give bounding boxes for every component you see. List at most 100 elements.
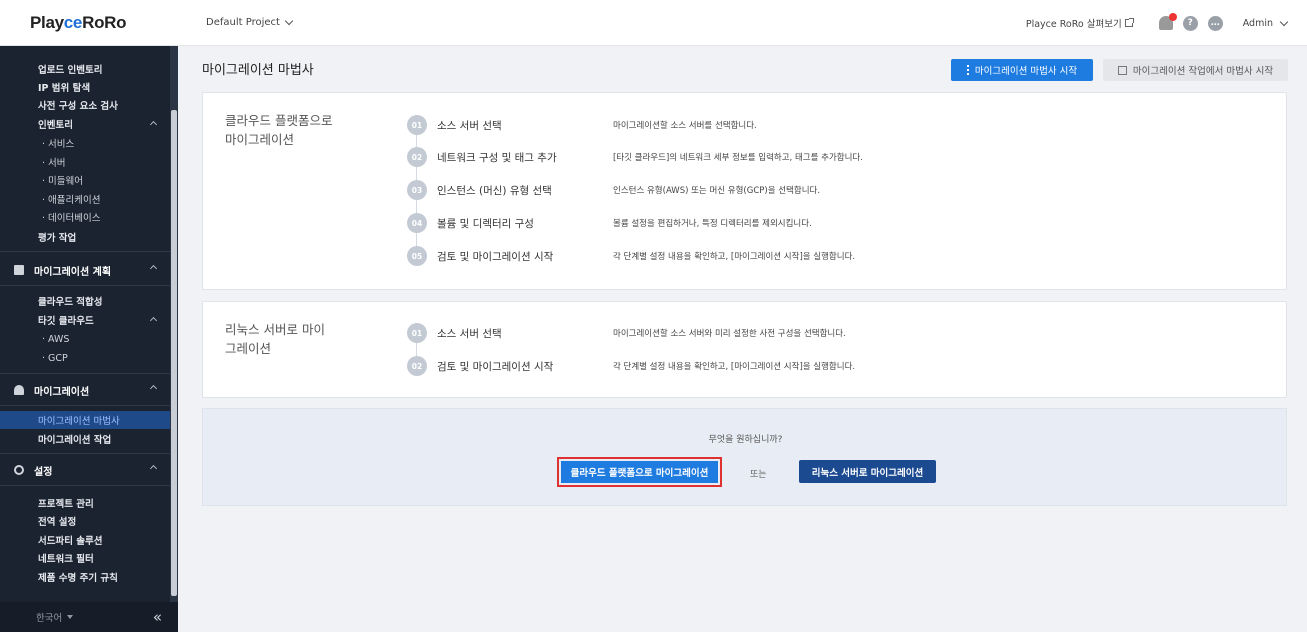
- step-number: 05: [407, 246, 427, 266]
- sidebar-item-third-party[interactable]: 서드파티 솔루션: [0, 531, 170, 549]
- step-description: 각 단계별 설정 내용을 확인하고, [마이그레이션 시작]을 실행합니다.: [613, 362, 856, 372]
- step-name: 소스 서버 선택: [437, 327, 502, 340]
- divider: [0, 485, 170, 486]
- explore-link[interactable]: Playce RoRo 살펴보기: [1026, 16, 1134, 30]
- chevron-down-icon: [1279, 17, 1289, 26]
- step-row: 04 볼륨 및 디렉터리 구성 볼륨 설정을 편집하거나, 특정 디렉터리를 제…: [407, 213, 812, 233]
- more-vertical-icon: [966, 65, 969, 75]
- plan-icon: [14, 265, 24, 275]
- cloud-migration-button[interactable]: 클라우드 플랫폼으로 마이그레이션: [561, 461, 718, 483]
- sidebar-item-global-settings[interactable]: 전역 설정: [0, 512, 170, 530]
- help-icon[interactable]: ?: [1182, 15, 1198, 31]
- sidebar-item-cloud-fit[interactable]: 클라우드 적합성: [0, 292, 170, 310]
- app-logo[interactable]: PlayceRoRo: [0, 0, 178, 46]
- sidebar-scrollbar[interactable]: [170, 46, 178, 606]
- sidebar-item-aws[interactable]: · AWS: [0, 330, 170, 348]
- divider: [0, 405, 170, 406]
- chevron-up-icon: [149, 316, 158, 325]
- step-description: 볼륨 설정을 편집하거나, 특정 디렉터리를 제외시킵니다.: [613, 219, 812, 229]
- sidebar-item-database[interactable]: · 데이터베이스: [0, 208, 170, 226]
- chat-icon[interactable]: …: [1207, 15, 1223, 31]
- step-name: 검토 및 마이그레이션 시작: [437, 250, 554, 263]
- step-description: [타깃 클라우드]의 네트워크 세부 정보를 입력하고, 태그를 추가합니다.: [613, 153, 863, 163]
- collapse-sidebar-icon[interactable]: «: [153, 608, 162, 626]
- linux-migration-button[interactable]: 리눅스 서버로 마이그레이션: [799, 460, 936, 483]
- or-text: 또는: [750, 470, 767, 480]
- top-bar: PlayceRoRo Default Project Playce RoRo 살…: [0, 0, 1307, 46]
- sidebar-item-network-filter[interactable]: 네트워크 필터: [0, 549, 170, 567]
- caret-down-icon: [67, 615, 74, 619]
- sidebar-section-migration-plan[interactable]: 마이그레이션 계획: [0, 259, 170, 281]
- sidebar-item-migration-wizard[interactable]: 마이그레이션 마법사: [0, 411, 170, 429]
- chevron-down-icon: [284, 16, 294, 26]
- chevron-up-icon: [149, 264, 158, 273]
- step-number: 02: [407, 356, 427, 376]
- sidebar-item-inventory[interactable]: 인벤토리: [0, 115, 170, 133]
- sidebar-item-service[interactable]: · 서비스: [0, 134, 170, 152]
- step-number: 01: [407, 323, 427, 343]
- sidebar-item-project-management[interactable]: 프로젝트 관리: [0, 494, 170, 512]
- step-row: 01 소스 서버 선택 마이그레이션할 소스 서버를 선택합니다.: [407, 115, 757, 135]
- card-title: 리눅스 서버로 마이그레이션: [225, 322, 325, 356]
- step-name: 소스 서버 선택: [437, 119, 502, 132]
- divider: [0, 453, 170, 454]
- project-select[interactable]: Default Project: [206, 16, 294, 28]
- sidebar-item-target-cloud[interactable]: 타깃 클라우드: [0, 311, 170, 329]
- step-number: 01: [407, 115, 427, 135]
- step-name: 검토 및 마이그레이션 시작: [437, 360, 554, 373]
- step-number: 04: [407, 213, 427, 233]
- start-from-job-button[interactable]: 마이그레이션 작업에서 마법사 시작: [1103, 59, 1288, 81]
- sidebar-item-assessment[interactable]: 평가 작업: [0, 228, 170, 246]
- chevron-up-icon: [149, 120, 158, 129]
- sidebar-item-application[interactable]: · 애플리케이션: [0, 190, 170, 208]
- scrollbar-thumb[interactable]: [171, 110, 177, 596]
- sidebar-item-server[interactable]: · 서버: [0, 153, 170, 171]
- step-number: 03: [407, 180, 427, 200]
- sidebar: 업로드 인벤토리 IP 범위 탐색 사전 구성 요소 검사 인벤토리 · 서비스…: [0, 46, 178, 632]
- sidebar-item-precheck[interactable]: 사전 구성 요소 검사: [0, 96, 170, 114]
- sidebar-item-ip-scan[interactable]: IP 범위 탐색: [0, 78, 170, 96]
- cloud-migration-card: 클라우드 플랫폼으로 마이그레이션 01 소스 서버 선택 마이그레이션할 소스…: [202, 92, 1287, 290]
- user-name: Admin: [1242, 17, 1273, 29]
- gear-icon: [14, 465, 24, 475]
- chevron-up-icon: [149, 384, 158, 393]
- cloud-upload-icon: [14, 385, 24, 395]
- step-name: 네트워크 구성 및 태그 추가: [437, 151, 557, 164]
- step-row: 02 네트워크 구성 및 태그 추가 [타깃 클라우드]의 네트워크 세부 정보…: [407, 147, 863, 167]
- step-description: 마이그레이션할 소스 서버를 선택합니다.: [613, 121, 757, 131]
- divider: [0, 373, 170, 374]
- external-link-icon: [1124, 18, 1134, 27]
- step-number: 02: [407, 147, 427, 167]
- divider: [0, 285, 170, 286]
- sidebar-footer: 한국어 «: [0, 602, 178, 632]
- step-name: 인스턴스 (머신) 유형 선택: [437, 184, 552, 197]
- step-row: 01 소스 서버 선택 마이그레이션할 소스 서버와 미리 설정한 사전 구성을…: [407, 323, 846, 343]
- step-description: 마이그레이션할 소스 서버와 미리 설정한 사전 구성을 선택합니다.: [613, 329, 846, 339]
- user-menu[interactable]: Admin: [1242, 17, 1289, 29]
- step-row: 05 검토 및 마이그레이션 시작 각 단계별 설정 내용을 확인하고, [마이…: [407, 246, 855, 266]
- card-title: 클라우드 플랫폼으로 마이그레이션: [225, 113, 333, 147]
- notification-dot: [1168, 13, 1177, 21]
- step-row: 02 검토 및 마이그레이션 시작 각 단계별 설정 내용을 확인하고, [마이…: [407, 356, 855, 376]
- sidebar-item-eol-rules[interactable]: 제품 수명 주기 규칙: [0, 568, 170, 586]
- language-select[interactable]: 한국어: [36, 610, 74, 624]
- sidebar-item-middleware[interactable]: · 미들웨어: [0, 171, 170, 189]
- step-row: 03 인스턴스 (머신) 유형 선택 인스턴스 유형(AWS) 또는 머신 유형…: [407, 180, 820, 200]
- step-description: 각 단계별 설정 내용을 확인하고, [마이그레이션 시작]을 실행합니다.: [613, 252, 856, 262]
- step-description: 인스턴스 유형(AWS) 또는 머신 유형(GCP)을 선택합니다.: [613, 186, 821, 196]
- page-title: 마이그레이션 마법사: [202, 63, 314, 78]
- action-panel: 무엇을 원하십니까? 클라우드 플랫폼으로 마이그레이션 또는 리눅스 서버로 …: [202, 408, 1287, 506]
- question-text: 무엇을 원하십니까?: [708, 435, 783, 445]
- cloud-migration-button-highlight: 클라우드 플랫폼으로 마이그레이션: [557, 457, 722, 487]
- start-wizard-button[interactable]: 마이그레이션 마법사 시작: [951, 59, 1093, 81]
- sidebar-section-settings[interactable]: 설정: [0, 459, 170, 481]
- notification-bell-icon[interactable]: [1158, 13, 1177, 30]
- sidebar-item-migration-jobs[interactable]: 마이그레이션 작업: [0, 430, 170, 448]
- external-link-icon: [1117, 65, 1127, 75]
- sidebar-section-migration[interactable]: 마이그레이션: [0, 379, 170, 401]
- chevron-up-icon: [149, 464, 158, 473]
- sidebar-item-upload-inventory[interactable]: 업로드 인벤토리: [0, 60, 170, 78]
- sidebar-item-gcp[interactable]: · GCP: [0, 349, 170, 367]
- linux-migration-card: 리눅스 서버로 마이그레이션 01 소스 서버 선택 마이그레이션할 소스 서버…: [202, 301, 1287, 398]
- step-name: 볼륨 및 디렉터리 구성: [437, 217, 534, 230]
